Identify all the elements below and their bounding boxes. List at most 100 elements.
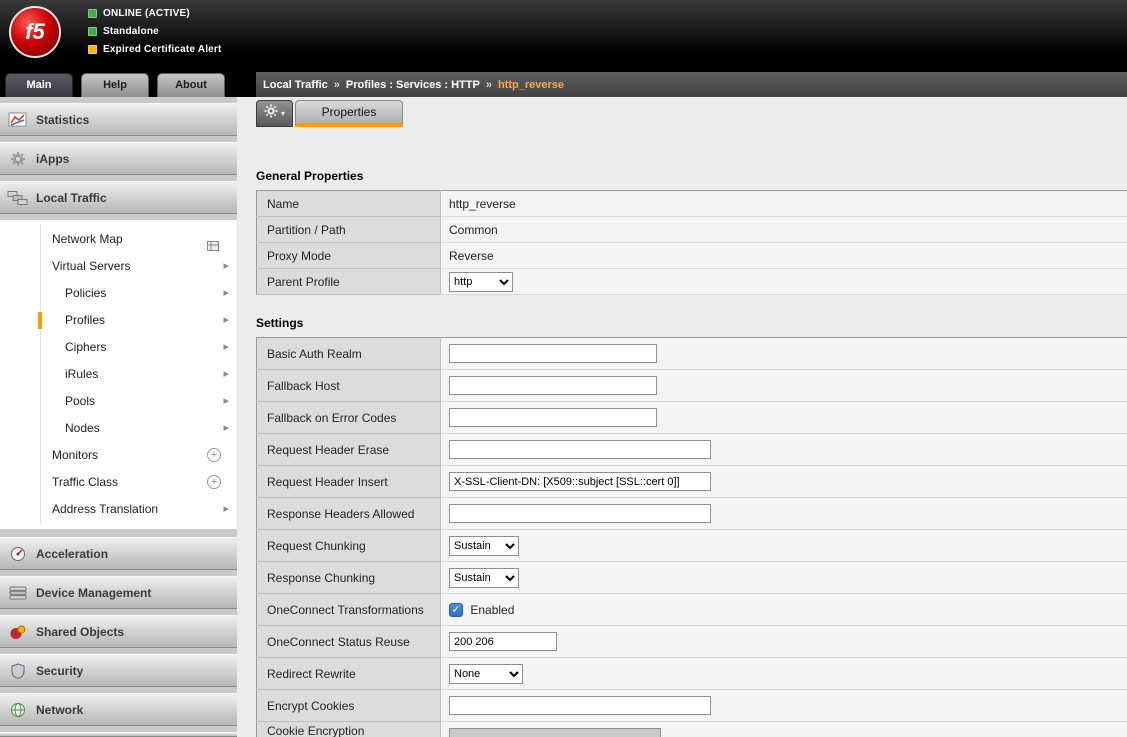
sidebar: Statistics iApps Local Traffic Network M… <box>0 97 237 737</box>
breadcrumb-local-traffic[interactable]: Local Traffic <box>263 79 328 91</box>
sidebar-item-profiles[interactable]: Profiles ▸ <box>0 307 237 334</box>
chevron-right-icon: ▸ <box>223 280 229 307</box>
request-header-insert-input[interactable] <box>449 472 711 491</box>
tab-about[interactable]: About <box>157 73 225 97</box>
field-label-partition-path: Partition / Path <box>257 217 441 243</box>
sidebar-item-policies[interactable]: Policies ▸ <box>0 280 237 307</box>
request-header-erase-input[interactable] <box>449 440 711 459</box>
field-value-response-headers-allowed <box>441 498 1127 530</box>
local-traffic-subnav: Network Map Virtual Servers ▸ Policies ▸… <box>0 220 237 529</box>
tab-properties[interactable]: Properties <box>295 100 403 127</box>
request-chunking-select[interactable]: Sustain <box>449 536 519 556</box>
sidebar-item-nodes[interactable]: Nodes ▸ <box>0 415 237 442</box>
cookie-encryption-passphrase-input[interactable] <box>449 728 661 737</box>
sidebar-item-local-traffic[interactable]: Local Traffic <box>0 181 237 214</box>
sidebar-item-traffic-class[interactable]: Traffic Class + <box>0 469 237 496</box>
oneconnect-enabled-label: Enabled <box>470 603 514 617</box>
sub-item-label: Policies <box>65 286 106 300</box>
add-plus-icon[interactable]: + <box>207 448 221 462</box>
field-label-request-header-erase: Request Header Erase <box>257 434 441 466</box>
sidebar-item-label: iApps <box>36 152 69 166</box>
field-label-response-headers-allowed: Response Headers Allowed <box>257 498 441 530</box>
sidebar-item-network-map[interactable]: Network Map <box>0 226 237 253</box>
breadcrumb-profiles-services-http[interactable]: Profiles : Services : HTTP <box>346 79 480 91</box>
sub-item-label: Traffic Class <box>52 475 118 489</box>
f5-logo[interactable]: f5 <box>9 6 61 58</box>
sidebar-item-label: Local Traffic <box>36 191 107 205</box>
tab-help[interactable]: Help <box>81 73 149 97</box>
sidebar-item-partial[interactable] <box>0 732 237 737</box>
status-standalone-label: Standalone <box>103 26 159 37</box>
breadcrumb-separator: » <box>334 79 340 91</box>
redirect-rewrite-select[interactable]: None <box>449 664 523 684</box>
sidebar-item-address-translation[interactable]: Address Translation ▸ <box>0 496 237 523</box>
tab-main[interactable]: Main <box>5 73 73 97</box>
table-row: Request Header Insert <box>257 466 1127 498</box>
table-row: Request Header Erase <box>257 434 1127 466</box>
sidebar-item-monitors[interactable]: Monitors + <box>0 442 237 469</box>
status-green-icon <box>88 27 97 36</box>
field-value-request-chunking: Sustain <box>441 530 1127 562</box>
iapps-icon <box>0 151 36 167</box>
field-label-parent-profile: Parent Profile <box>257 269 441 295</box>
sidebar-item-acceleration[interactable]: Acceleration <box>0 537 237 570</box>
menu-gear-tab[interactable]: ▾ <box>256 100 293 127</box>
field-label-name: Name <box>257 191 441 217</box>
parent-profile-select[interactable]: http <box>449 272 513 292</box>
table-row: Basic Auth Realm <box>257 338 1127 370</box>
chevron-right-icon: ▸ <box>223 334 229 361</box>
field-value-name: http_reverse <box>441 191 1127 217</box>
response-chunking-select[interactable]: Sustain <box>449 568 519 588</box>
nav-tabs: Main Help About <box>5 73 225 97</box>
field-label-request-header-insert: Request Header Insert <box>257 466 441 498</box>
general-properties-title: General Properties <box>256 169 1127 183</box>
security-shield-icon <box>0 663 36 679</box>
field-value-request-header-insert <box>441 466 1127 498</box>
fallback-error-codes-input[interactable] <box>449 408 657 427</box>
breadcrumb-current-profile: http_reverse <box>498 79 564 91</box>
sidebar-item-security[interactable]: Security <box>0 654 237 687</box>
sidebar-item-irules[interactable]: iRules ▸ <box>0 361 237 388</box>
gear-icon <box>264 104 278 123</box>
table-row: OneConnect Transformations ✓ Enabled <box>257 594 1127 626</box>
status-online-label: ONLINE (ACTIVE) <box>103 8 190 19</box>
table-row: Cookie Encryption Passphrase <box>257 722 1127 737</box>
field-value-fallback-error-codes <box>441 402 1127 434</box>
sidebar-item-statistics[interactable]: Statistics <box>0 103 237 136</box>
sidebar-item-iapps[interactable]: iApps <box>0 142 237 175</box>
response-headers-allowed-input[interactable] <box>449 504 711 523</box>
basic-auth-realm-input[interactable] <box>449 344 657 363</box>
status-row-standalone: Standalone <box>88 22 222 40</box>
table-row: Encrypt Cookies <box>257 690 1127 722</box>
network-globe-icon <box>0 702 36 718</box>
encrypt-cookies-input[interactable] <box>449 696 711 715</box>
field-value-cookie-encryption-passphrase <box>441 722 1127 737</box>
field-value-request-header-erase <box>441 434 1127 466</box>
sidebar-item-network[interactable]: Network <box>0 693 237 726</box>
oneconnect-status-reuse-input[interactable] <box>449 632 557 651</box>
sidebar-item-pools[interactable]: Pools ▸ <box>0 388 237 415</box>
chevron-right-icon: ▸ <box>223 415 229 442</box>
field-label-response-chunking: Response Chunking <box>257 562 441 594</box>
sub-item-label: iRules <box>65 367 98 381</box>
top-header: f5 ONLINE (ACTIVE) Standalone Expired Ce… <box>0 0 1127 97</box>
main-content: ▾ Properties General Properties Name htt… <box>237 97 1127 737</box>
field-value-proxy-mode: Reverse <box>441 243 1127 269</box>
sidebar-item-shared-objects[interactable]: Shared Objects <box>0 615 237 648</box>
field-label-oneconnect-transformations: OneConnect Transformations <box>257 594 441 626</box>
sidebar-item-virtual-servers[interactable]: Virtual Servers ▸ <box>0 253 237 280</box>
table-row: Redirect Rewrite None <box>257 658 1127 690</box>
f5-logo-text: f5 <box>25 19 45 45</box>
status-cert-alert-label: Expired Certificate Alert <box>103 44 222 55</box>
table-row: Response Chunking Sustain <box>257 562 1127 594</box>
sub-item-label: Pools <box>65 394 95 408</box>
table-row: Name http_reverse <box>257 191 1127 217</box>
selected-item-marker <box>38 312 42 329</box>
oneconnect-transformations-checkbox[interactable]: ✓ <box>449 603 463 617</box>
fallback-host-input[interactable] <box>449 376 657 395</box>
sidebar-item-ciphers[interactable]: Ciphers ▸ <box>0 334 237 361</box>
sub-item-label: Virtual Servers <box>52 259 130 273</box>
add-plus-icon[interactable]: + <box>207 475 221 489</box>
sidebar-item-device-management[interactable]: Device Management <box>0 576 237 609</box>
field-value-fallback-host <box>441 370 1127 402</box>
